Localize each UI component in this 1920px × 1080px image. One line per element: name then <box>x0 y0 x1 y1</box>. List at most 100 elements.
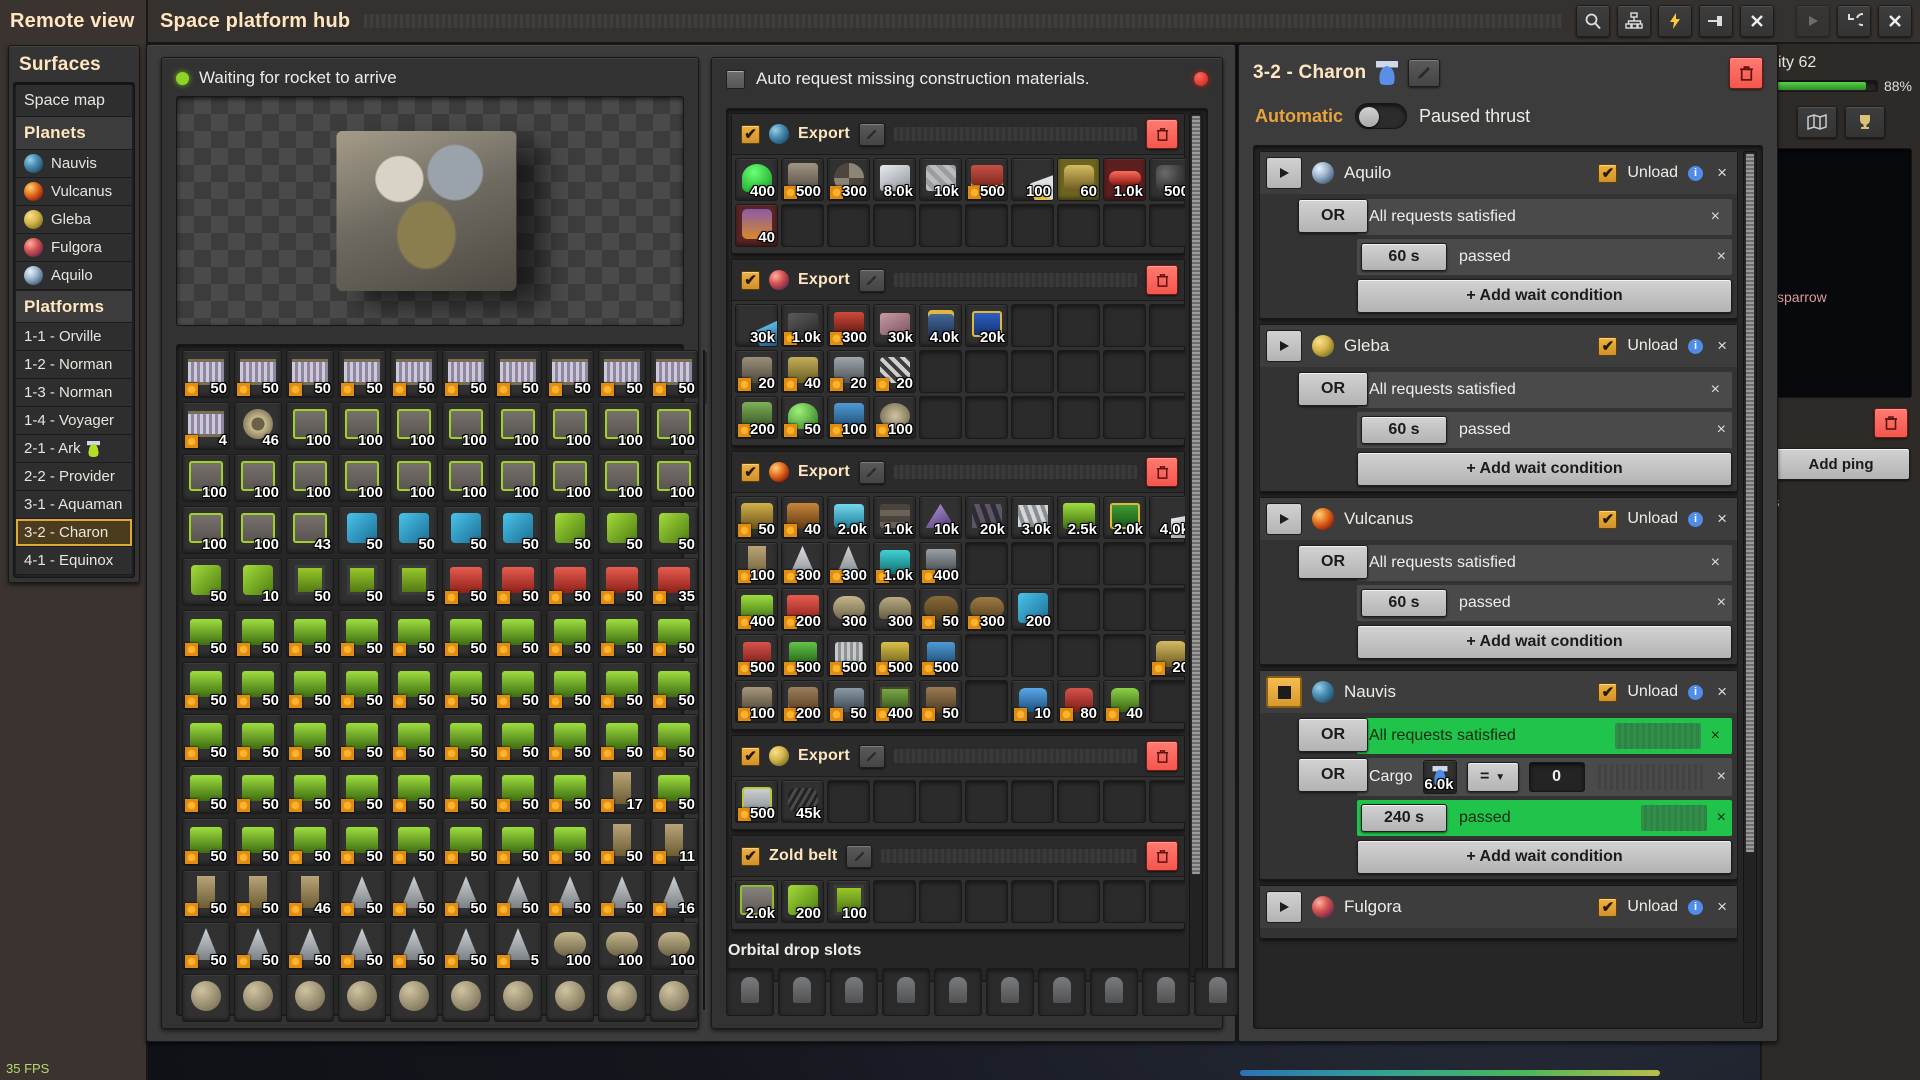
inventory-slot[interactable]: 50 <box>494 558 542 606</box>
platform-preview[interactable] <box>176 96 684 326</box>
stop-play-button[interactable] <box>1266 503 1302 535</box>
inventory-slot[interactable]: 50 <box>650 766 698 814</box>
trash-icon[interactable] <box>1729 57 1763 89</box>
search-icon[interactable] <box>1576 5 1610 37</box>
inventory-slot[interactable]: 60 <box>1057 158 1100 201</box>
wait-condition-body[interactable]: All requests satisfied × <box>1357 545 1732 581</box>
inventory-slot[interactable]: 50 <box>182 558 230 606</box>
inventory-slot[interactable]: 4.0k <box>1149 496 1185 539</box>
stop-play-button[interactable] <box>1266 330 1302 362</box>
pencil-icon[interactable] <box>858 744 885 768</box>
minimap-view[interactable]: sparrow <box>1770 148 1912 398</box>
add-wait-condition-button[interactable]: + Add wait condition <box>1357 840 1732 874</box>
inventory-slot[interactable]: 50 <box>546 506 594 554</box>
inventory-slot[interactable]: 50 <box>286 818 334 866</box>
wait-condition-body[interactable]: All requests satisfied × <box>1357 372 1732 408</box>
cargo-item-slot[interactable]: 6.0k <box>1422 760 1457 794</box>
inventory-slot[interactable]: 50 <box>390 662 438 710</box>
inventory-slot[interactable]: 200 <box>735 396 778 439</box>
pencil-icon[interactable] <box>858 460 885 484</box>
orbital-drop-slot[interactable] <box>1194 968 1242 1016</box>
inventory-slot[interactable]: 20k <box>965 496 1008 539</box>
network-icon[interactable] <box>1617 5 1651 37</box>
inventory-slot[interactable]: 50 <box>286 558 334 606</box>
remove-stop-icon[interactable]: × <box>1717 509 1727 529</box>
inventory-slot[interactable]: 50 <box>234 662 282 710</box>
inventory-slot[interactable]: 50 <box>442 714 490 762</box>
inventory-slot-empty[interactable] <box>1011 204 1054 247</box>
inventory-slot[interactable]: 50 <box>390 870 438 918</box>
inventory-slot[interactable]: 500 <box>1149 158 1185 201</box>
add-ping-button[interactable]: Add ping <box>1772 448 1910 480</box>
inventory-slot[interactable]: 100 <box>650 402 698 450</box>
inventory-slot[interactable]: 500 <box>827 634 870 677</box>
wait-condition-body[interactable]: Cargo 6.0k = ▼ 0 × <box>1357 758 1732 796</box>
inventory-slot[interactable]: 1.0k <box>873 496 916 539</box>
remove-condition-icon[interactable]: × <box>1711 208 1720 226</box>
undo-icon[interactable] <box>1837 5 1871 37</box>
inventory-slot-empty[interactable] <box>965 204 1008 247</box>
remove-condition-icon[interactable]: × <box>1711 727 1720 745</box>
sidebar-item-platform[interactable]: 1-4 - Voyager <box>16 407 132 435</box>
pencil-icon[interactable] <box>1408 59 1441 87</box>
inventory-slot[interactable]: 50 <box>546 818 594 866</box>
inventory-slot[interactable]: 35 <box>650 558 698 606</box>
inventory-slot[interactable]: 50 <box>182 870 230 918</box>
inventory-slot[interactable]: 200 <box>781 880 824 923</box>
info-icon[interactable]: i <box>1688 511 1704 527</box>
mode-toggle[interactable] <box>1355 103 1408 129</box>
inventory-slot-empty[interactable] <box>1149 880 1185 923</box>
inventory-slot[interactable]: 3.0k <box>1011 496 1054 539</box>
inventory-slot-empty[interactable] <box>965 350 1008 393</box>
inventory-slot[interactable] <box>338 974 386 1022</box>
orbital-drop-slot[interactable] <box>1038 968 1086 1016</box>
inventory-slot[interactable]: 50 <box>182 714 230 762</box>
inventory-slot[interactable]: 50 <box>442 350 490 398</box>
inventory-slot-empty[interactable] <box>873 780 916 823</box>
inventory-slot[interactable] <box>390 974 438 1022</box>
wait-condition-body[interactable]: 60 s passed × <box>1357 585 1732 621</box>
remove-condition-icon[interactable]: × <box>1717 809 1726 827</box>
inventory-slot[interactable]: 20 <box>827 350 870 393</box>
inventory-slot[interactable]: 100 <box>494 402 542 450</box>
inventory-slot[interactable]: 50 <box>650 714 698 762</box>
inventory-slot[interactable]: 50 <box>919 680 962 723</box>
group-enabled-checkbox[interactable] <box>741 270 760 290</box>
remove-condition-icon[interactable]: × <box>1717 768 1726 786</box>
inventory-slot[interactable]: 50 <box>338 558 386 606</box>
inventory-slot[interactable]: 400 <box>873 680 916 723</box>
pin-icon[interactable] <box>1699 5 1733 37</box>
inventory-slot[interactable]: 400 <box>735 158 778 201</box>
inventory-slot[interactable]: 43 <box>286 506 334 554</box>
inventory-slot[interactable]: 100 <box>598 402 646 450</box>
remove-condition-icon[interactable]: × <box>1717 594 1726 612</box>
trash-icon[interactable] <box>1146 841 1178 871</box>
inventory-slot[interactable]: 500 <box>735 634 778 677</box>
inventory-slot[interactable]: 50 <box>598 506 646 554</box>
inventory-slot-empty[interactable] <box>873 880 916 923</box>
inventory-slot[interactable]: 100 <box>390 402 438 450</box>
unload-checkbox[interactable] <box>1598 897 1618 917</box>
inventory-slot[interactable]: 50 <box>390 610 438 658</box>
stop-play-button[interactable] <box>1266 157 1302 189</box>
add-wait-condition-button[interactable]: + Add wait condition <box>1357 279 1732 313</box>
inventory-slot[interactable]: 50 <box>182 610 230 658</box>
inventory-slot-empty[interactable] <box>1103 542 1146 585</box>
inventory-slot[interactable]: 4.0k <box>919 304 962 347</box>
inventory-slot-empty[interactable] <box>1011 634 1054 677</box>
wait-condition-body[interactable]: 60 s passed × <box>1357 239 1732 275</box>
inventory-slot[interactable]: 50 <box>286 610 334 658</box>
unload-checkbox[interactable] <box>1598 682 1618 702</box>
inventory-slot[interactable]: 100 <box>827 880 870 923</box>
inventory-slot[interactable]: 50 <box>919 588 962 631</box>
inventory-slot[interactable]: 200 <box>781 680 824 723</box>
inventory-slot-empty[interactable] <box>873 204 916 247</box>
wait-condition-body[interactable]: 60 s passed × <box>1357 412 1732 448</box>
sidebar-item-platform[interactable]: 1-3 - Norman <box>16 379 132 407</box>
inventory-slot[interactable]: 40 <box>781 350 824 393</box>
inventory-slot-empty[interactable] <box>1057 304 1100 347</box>
inventory-slot[interactable]: 46 <box>286 870 334 918</box>
inventory-slot-empty[interactable] <box>919 780 962 823</box>
inventory-slot[interactable]: 100 <box>598 454 646 502</box>
inventory-slot-empty[interactable] <box>1149 350 1185 393</box>
